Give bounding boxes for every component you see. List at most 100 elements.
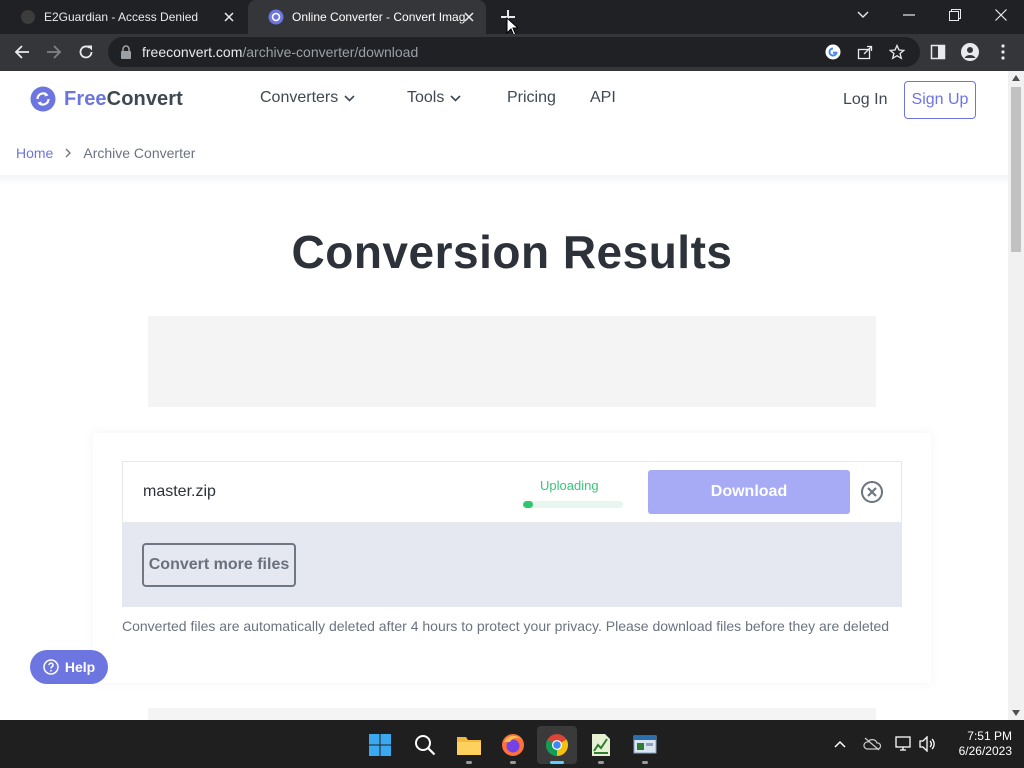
login-link[interactable]: Log In	[843, 91, 887, 109]
close-circle-icon	[861, 481, 883, 503]
tab-title: E2Guardian - Access Denied	[44, 10, 199, 24]
freeconvert-logo[interactable]: FreeConvert	[30, 86, 183, 112]
start-button[interactable]	[360, 726, 400, 764]
taskbar-chrome[interactable]	[537, 726, 577, 764]
lock-icon	[121, 45, 131, 59]
minimize-button[interactable]	[886, 0, 932, 30]
taskbar-search-button[interactable]	[405, 726, 445, 764]
browser-toolbar: freeconvert.com/archive-converter/downlo…	[0, 34, 1024, 71]
nav-api-label: API	[590, 89, 616, 106]
share-icon[interactable]	[856, 43, 874, 61]
restore-icon	[949, 9, 961, 21]
kebab-menu-icon	[1001, 44, 1005, 60]
running-indicator	[510, 761, 516, 764]
logo-text-convert: Convert	[106, 87, 183, 110]
forward-button[interactable]	[42, 40, 66, 64]
file-name: master.zip	[143, 483, 216, 500]
nav-converters[interactable]: Converters	[260, 89, 355, 107]
nav-pricing-label: Pricing	[507, 89, 556, 106]
system-clock[interactable]: 7:51 PM 6/26/2023	[948, 729, 1012, 759]
page-title: Conversion Results	[291, 226, 733, 278]
reload-icon	[79, 45, 93, 59]
close-icon	[995, 9, 1007, 21]
breadcrumb-home[interactable]: Home	[16, 145, 53, 161]
back-button[interactable]	[10, 40, 34, 64]
side-panel-icon	[930, 44, 946, 60]
breadcrumb-current: Archive Converter	[83, 145, 196, 161]
convert-more-button[interactable]: Convert more files	[142, 543, 296, 587]
chevron-down-icon	[450, 94, 461, 102]
close-icon[interactable]	[460, 8, 478, 26]
url-path: /archive-converter/download	[242, 44, 419, 60]
tab-title: Online Converter - Convert Imag	[292, 10, 466, 24]
close-icon[interactable]	[220, 8, 238, 26]
page-scrollbar[interactable]	[1008, 71, 1024, 720]
network-icon[interactable]	[894, 734, 914, 754]
secondary-ad-placeholder	[148, 708, 876, 720]
freeconvert-logo-icon	[30, 86, 56, 112]
freeconvert-favicon-icon	[268, 9, 284, 25]
scroll-down-arrow-icon[interactable]	[1012, 710, 1020, 716]
tab-freeconvert[interactable]: Online Converter - Convert Imag	[248, 0, 486, 34]
side-panel-button[interactable]	[928, 42, 948, 62]
tab-favicon-icon	[21, 10, 35, 24]
taskbar-firefox[interactable]	[493, 726, 533, 764]
reload-button[interactable]	[74, 40, 98, 64]
chevron-down-icon	[857, 11, 869, 18]
search-icon	[415, 735, 436, 756]
scrollbar-thumb[interactable]	[1011, 87, 1021, 252]
firefox-icon	[502, 734, 524, 756]
upload-progress-bar	[523, 501, 623, 508]
tab-e2guardian[interactable]: E2Guardian - Access Denied	[0, 0, 246, 34]
onedrive-tray-icon[interactable]	[862, 734, 882, 754]
show-hidden-icons-button[interactable]	[830, 734, 850, 754]
help-label: Help	[64, 659, 96, 675]
google-lens-icon[interactable]	[824, 43, 842, 61]
taskbar-terminal-app[interactable]	[625, 726, 665, 764]
logo-text: FreeConvert	[64, 88, 183, 111]
close-window-button[interactable]	[978, 0, 1024, 30]
tab-search-button[interactable]	[840, 0, 886, 30]
upload-status: Uploading	[540, 478, 599, 493]
web-page: FreeConvert Converters Tools Pricing API…	[0, 71, 1008, 720]
privacy-note: Converted files are automatically delete…	[122, 618, 890, 634]
minimize-icon	[903, 14, 915, 16]
taskbar-spreadsheet-app[interactable]	[581, 726, 621, 764]
start-icon	[369, 734, 391, 756]
header-divider	[0, 175, 1008, 185]
chrome-icon	[546, 734, 568, 756]
nav-converters-label: Converters	[260, 89, 339, 106]
nav-pricing[interactable]: Pricing	[507, 89, 556, 107]
running-indicator	[642, 761, 648, 764]
volume-icon[interactable]	[918, 734, 938, 754]
arrow-right-icon	[47, 45, 62, 59]
taskbar-file-explorer[interactable]	[449, 726, 489, 764]
bookmark-star-icon[interactable]	[888, 43, 906, 61]
remove-file-button[interactable]	[860, 480, 884, 504]
download-button[interactable]: Download	[648, 470, 850, 514]
profile-avatar-icon	[961, 43, 979, 61]
clock-date: 6/26/2023	[958, 744, 1012, 758]
scroll-up-arrow-icon[interactable]	[1012, 75, 1020, 81]
file-row: master.zip Uploading Download	[122, 461, 902, 523]
browser-tab-strip: E2Guardian - Access Denied Online Conver…	[0, 0, 1024, 37]
running-indicator	[598, 761, 604, 764]
chevron-down-icon	[344, 94, 355, 102]
nav-tools[interactable]: Tools	[407, 89, 461, 107]
file-explorer-icon	[457, 737, 481, 755]
restore-button[interactable]	[932, 0, 978, 30]
signup-button[interactable]: Sign Up	[904, 81, 976, 119]
ad-placeholder	[148, 316, 876, 407]
help-button[interactable]: Help	[30, 650, 108, 684]
site-header: FreeConvert Converters Tools Pricing API…	[0, 71, 1008, 129]
logo-text-free: Free	[64, 87, 107, 110]
address-bar[interactable]: freeconvert.com/archive-converter/downlo…	[108, 37, 920, 67]
url-text: freeconvert.com/archive-converter/downlo…	[142, 44, 418, 60]
nav-api[interactable]: API	[590, 89, 616, 107]
spreadsheet-app-icon	[592, 734, 610, 756]
profile-button[interactable]	[960, 42, 980, 62]
upload-progress-fill	[523, 501, 533, 508]
convert-more-panel: Convert more files	[122, 523, 902, 607]
chevron-right-icon	[65, 148, 72, 158]
browser-menu-button[interactable]	[993, 42, 1013, 62]
